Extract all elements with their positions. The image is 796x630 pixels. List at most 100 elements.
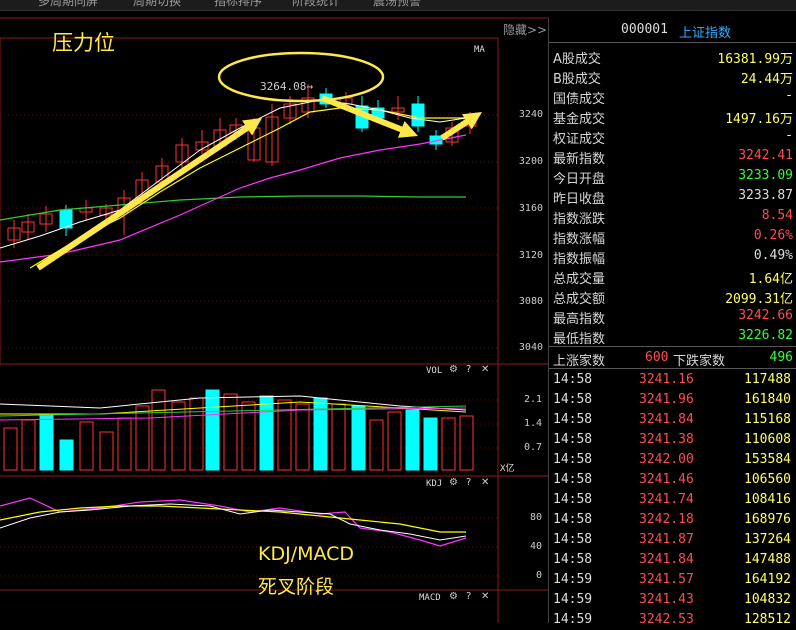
tick-price: 3241.87 <box>639 532 694 547</box>
tick-price: 3241.84 <box>639 552 694 567</box>
kdj-axis-label: 0 <box>535 570 542 581</box>
tick-volume: 106560 <box>744 472 791 487</box>
tick-row: 14:58 3241.38 110608 <box>549 430 796 450</box>
tick-row: 14:58 3242.18 168976 <box>549 510 796 530</box>
tick-volume: 137264 <box>744 532 791 547</box>
price-axis-label: 3240 <box>518 109 543 120</box>
quote-row-value: 1.64亿 <box>748 272 793 287</box>
quote-row-value: 3233.09 <box>738 168 793 183</box>
tick-row: 14:59 3241.43 104832 <box>549 590 796 610</box>
quote-row: 昨日收盘 3233.87 <box>549 186 796 207</box>
ma5-line <box>0 99 467 249</box>
volume-bar <box>331 403 346 471</box>
tick-time: 14:58 <box>553 512 593 527</box>
quote-panel: 000001 上证指数 A股成交 16381.99万 B股成交 24.44万 国债成交 -… <box>548 18 796 627</box>
quote-row-value: 24.44万 <box>740 72 793 87</box>
tick-volume: 110608 <box>744 432 791 447</box>
quote-row-value: 1497.16万 <box>725 112 793 127</box>
quote-row-label: 权证成交 <box>553 132 606 147</box>
volume-bar <box>351 405 366 471</box>
ma20-line <box>0 134 467 263</box>
quote-row: 总成交额 2099.31亿 <box>549 286 796 307</box>
tick-price: 3241.57 <box>639 572 694 587</box>
kdj-settings-icon[interactable]: ⚙ <box>449 477 458 488</box>
quote-row: 权证成交 - <box>549 126 796 147</box>
quote-row-label: 指数振幅 <box>553 252 606 267</box>
volume-bar <box>205 389 220 471</box>
tick-price: 3241.96 <box>639 392 694 407</box>
tick-row: 14:58 3241.84 147488 <box>549 550 796 570</box>
divider <box>549 368 796 369</box>
tick-volume: 115168 <box>744 412 791 427</box>
index-name: 上证指数 <box>679 26 732 41</box>
volume-bar <box>79 421 94 471</box>
ma-label: MA <box>474 45 485 55</box>
tick-row: 14:58 3241.16 117488 <box>549 370 796 390</box>
tick-volume: 147488 <box>744 552 791 567</box>
tick-row: 14:58 3242.00 153584 <box>549 450 796 470</box>
annotation-resistance: 压力位 <box>52 31 115 55</box>
tick-volume: 168976 <box>744 512 791 527</box>
kdj-axis-label: 40 <box>529 541 542 552</box>
volume-bar <box>441 417 456 471</box>
macd-close-icon[interactable]: ✕ <box>481 591 489 602</box>
vol-settings-icon[interactable]: ⚙ <box>449 364 458 375</box>
quote-row-value: 0.49% <box>753 248 793 263</box>
quote-row-value: 2099.31亿 <box>725 292 793 307</box>
volume-bar <box>423 417 438 471</box>
macd-help-icon[interactable]: ? <box>466 591 471 602</box>
quote-row-value: 3242.41 <box>738 148 793 163</box>
price-axis-label: 3200 <box>518 156 543 167</box>
vol-close-icon[interactable]: ✕ <box>481 364 489 375</box>
vol-unit-label: X亿 <box>500 464 515 474</box>
quote-row-label: 基金成交 <box>553 112 606 127</box>
quote-row-label: 指数涨跌 <box>553 212 606 227</box>
tick-volume: 104832 <box>744 592 791 607</box>
vol-ma-line <box>0 405 467 417</box>
up-count-value: 600 <box>645 350 669 365</box>
volume-bar <box>39 413 54 471</box>
tick-row: 14:58 3241.46 106560 <box>549 470 796 490</box>
volume-bar <box>21 419 36 471</box>
price-axis-label: 3160 <box>518 203 543 214</box>
quote-row: 今日开盘 3233.09 <box>549 166 796 187</box>
tick-price: 3241.43 <box>639 592 694 607</box>
volume-bar <box>135 405 150 471</box>
tick-price: 3242.53 <box>639 612 694 627</box>
tick-time: 14:59 <box>553 572 593 587</box>
tick-volume: 128512 <box>744 612 791 627</box>
vol-help-icon[interactable]: ? <box>466 364 471 375</box>
tick-volume: 161840 <box>744 392 791 407</box>
kdj-close-icon[interactable]: ✕ <box>481 477 489 488</box>
down-count-value: 496 <box>769 350 793 365</box>
hide-panel-button[interactable]: 隐藏>> <box>503 21 547 38</box>
annotation-kdj-macd: KDJ/MACD <box>258 543 355 565</box>
tick-row: 14:59 3242.53 128512 <box>549 610 796 630</box>
price-axis-label: 3080 <box>518 296 543 307</box>
tick-row: 14:58 3241.74 108416 <box>549 490 796 510</box>
vol-axis-label: 0.7 <box>523 442 542 453</box>
kdj-help-icon[interactable]: ? <box>466 477 471 488</box>
volume-bar <box>117 417 132 471</box>
volume-bar <box>387 411 402 471</box>
quote-row: 指数涨跌 8.54 <box>549 206 796 227</box>
quote-row-label: 最低指数 <box>553 332 606 347</box>
quote-row-value: - <box>785 128 793 143</box>
tick-price: 3241.38 <box>639 432 694 447</box>
quote-row-label: 总成交额 <box>553 292 606 307</box>
main-panel-frame <box>0 37 499 365</box>
market-breadth: 上涨家数 600 下跌家数 496 <box>549 348 796 369</box>
kdj-d-line <box>0 505 466 533</box>
quote-row: 基金成交 1497.16万 <box>549 106 796 127</box>
quote-row: 国债成交 - <box>549 86 796 107</box>
macd-settings-icon[interactable]: ⚙ <box>449 591 458 602</box>
chart-canvas <box>0 17 548 623</box>
quote-row-value: - <box>785 88 793 103</box>
quote-row-label: 国债成交 <box>553 92 606 107</box>
tick-time: 14:58 <box>553 392 593 407</box>
tick-price: 3242.18 <box>639 512 694 527</box>
annotation-death-cross: 死叉阶段 <box>258 576 335 598</box>
quote-row-label: 总成交量 <box>553 272 606 287</box>
tick-price: 3242.00 <box>639 452 694 467</box>
index-code: 000001 <box>621 22 668 37</box>
